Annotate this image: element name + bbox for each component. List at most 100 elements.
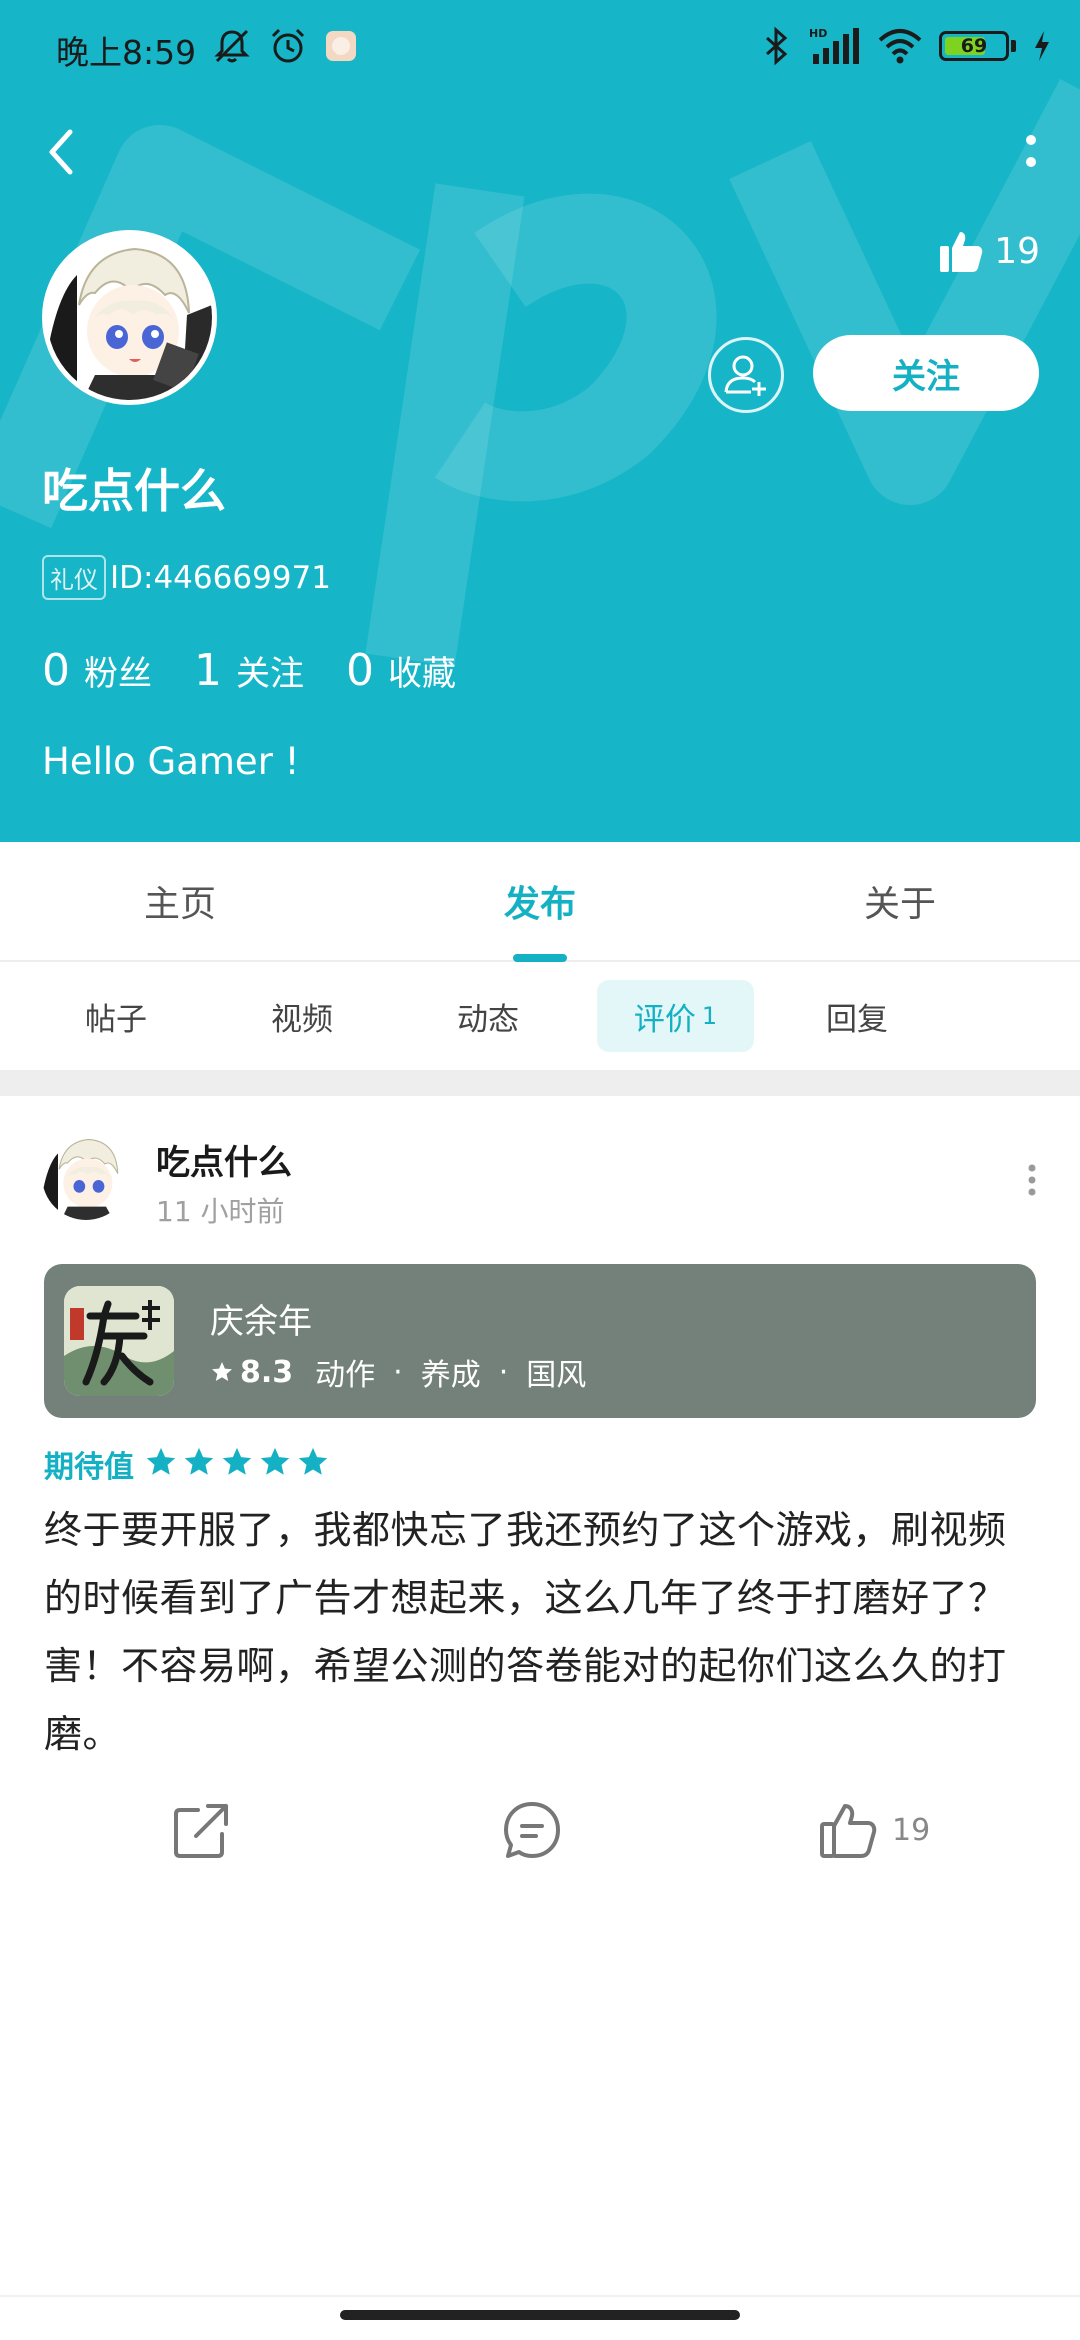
tab-home[interactable]: 主页 [60,842,300,960]
game-meta: 8.3 动作 · 养成 · 国风 [210,1350,586,1394]
comment-icon [504,1802,560,1858]
post-more-button[interactable] [1022,1160,1042,1200]
profile-like-number: 19 [994,230,1040,272]
avatar-image [47,235,212,400]
main-tabs: 主页 发布 关于 [0,842,1080,962]
subtab-videos[interactable]: 视频 [242,980,362,1052]
game-score: 8.3 [240,1354,294,1390]
game-logo-image [64,1286,174,1396]
tab-about[interactable]: 关于 [780,842,1020,960]
svg-text:HD: HD [809,27,827,40]
wifi-icon [878,29,922,64]
battery-icon: 69 [939,31,1009,61]
tab-publish-label: 发布 [503,884,576,925]
avatar[interactable] [42,230,217,405]
stat-fans-label: 粉丝 [84,654,152,694]
tab-home-label: 主页 [143,884,216,925]
subtab-videos-label: 视频 [271,1001,333,1038]
star-icon [212,1362,232,1381]
tab-active-indicator [513,954,567,962]
subtab-replies-label: 回复 [826,1001,888,1038]
comment-button[interactable] [502,1800,562,1860]
profile-bio: Hello Gamer ! [42,740,300,783]
post-author-name[interactable]: 吃点什么 [156,1135,292,1184]
post-avatar-image [42,1132,130,1220]
bottom-divider [0,2295,1080,2297]
stat-favorites-count: 0 [346,645,374,696]
follow-button[interactable]: 关注 [813,335,1039,411]
watermark-logo [0,78,1080,667]
status-bar: 晚上8:59 HD 69 [0,0,1080,95]
subtab-moments[interactable]: 动态 [428,980,548,1052]
tag-separator: · [498,1354,509,1390]
rating-star-icon [298,1447,328,1475]
home-indicator[interactable] [340,2310,740,2320]
game-tag: 动作 [315,1358,376,1393]
share-button[interactable] [172,1800,232,1860]
profile-stats: 0 粉丝 1 关注 0 收藏 [42,645,498,696]
subtab-reviews[interactable]: 评价 1 [597,980,754,1052]
expectation-rating: 期待值 [44,1442,334,1486]
subtab-posts-label: 帖子 [85,1001,147,1038]
stat-fans[interactable]: 0 粉丝 [42,645,152,696]
add-friend-button[interactable] [708,337,784,413]
profile-header: 晚上8:59 HD 69 19 关注 吃点什么 礼仪 ID:446669971 … [0,0,1080,842]
add-user-icon [724,355,766,396]
stat-favorites-label: 收藏 [388,654,456,694]
post-author-avatar[interactable] [42,1132,130,1220]
stat-following[interactable]: 1 关注 [194,645,304,696]
stat-following-count: 1 [194,645,222,696]
subtab-replies[interactable]: 回复 [797,980,917,1052]
battery-level: 69 [960,35,988,57]
rating-star-icon [222,1447,252,1475]
like-button[interactable]: 19 [818,1800,930,1860]
back-button[interactable] [40,122,84,182]
sub-tabs: 帖子 视频 动态 评价 1 回复 [0,962,1080,1070]
game-card[interactable]: 庆余年 8.3 动作 · 养成 · 国风 [44,1264,1036,1418]
status-icons-left [212,24,358,68]
subtab-moments-label: 动态 [457,1001,519,1038]
tab-publish[interactable]: 发布 [420,842,660,962]
like-count: 19 [892,1812,931,1848]
rating-stars [144,1445,334,1483]
subtab-reviews-count: 1 [701,1002,718,1030]
profile-id: ID:446669971 [110,559,331,596]
tag-separator: · [393,1354,403,1390]
game-icon [64,1286,174,1396]
alarm-icon [271,28,305,63]
thumbs-up-icon [940,232,983,272]
section-divider [0,1070,1080,1096]
signal-icon: HD [809,27,859,64]
tab-about-label: 关于 [863,884,936,925]
thumbs-up-icon [820,1804,877,1858]
profile-like-count[interactable]: 19 [938,228,1040,274]
rating-star-icon [184,1447,214,1475]
post-timestamp: 11 小时前 [156,1195,285,1228]
rating-star-icon [260,1447,290,1475]
status-icons-right: HD 69 [759,24,1052,68]
app-icon [326,31,356,61]
battery-cap [1011,40,1016,52]
expectation-label: 期待值 [44,1450,134,1485]
back-arrow-icon [49,129,73,175]
more-vertical-icon [1026,135,1036,167]
more-options-button[interactable] [1016,122,1046,182]
bluetooth-icon [766,26,788,66]
profile-id-row: 礼仪 ID:446669971 [42,555,331,600]
subtab-reviews-label: 评价 [633,1001,696,1038]
more-vertical-icon [1028,1164,1036,1196]
subtab-posts[interactable]: 帖子 [56,980,176,1052]
status-time: 晚上8:59 [56,33,197,72]
stat-fans-count: 0 [42,645,70,696]
stat-favorites[interactable]: 0 收藏 [346,645,456,696]
profile-username: 吃点什么 [42,464,226,518]
game-tag: 养成 [420,1358,481,1393]
share-icon [174,1804,228,1858]
rating-star-icon [146,1447,176,1475]
mute-icon [214,29,250,63]
game-tag: 国风 [526,1358,587,1393]
game-title: 庆余年 [210,1302,312,1342]
id-badge[interactable]: 礼仪 [42,555,106,600]
stat-following-label: 关注 [236,654,304,694]
charging-icon [1035,31,1049,61]
